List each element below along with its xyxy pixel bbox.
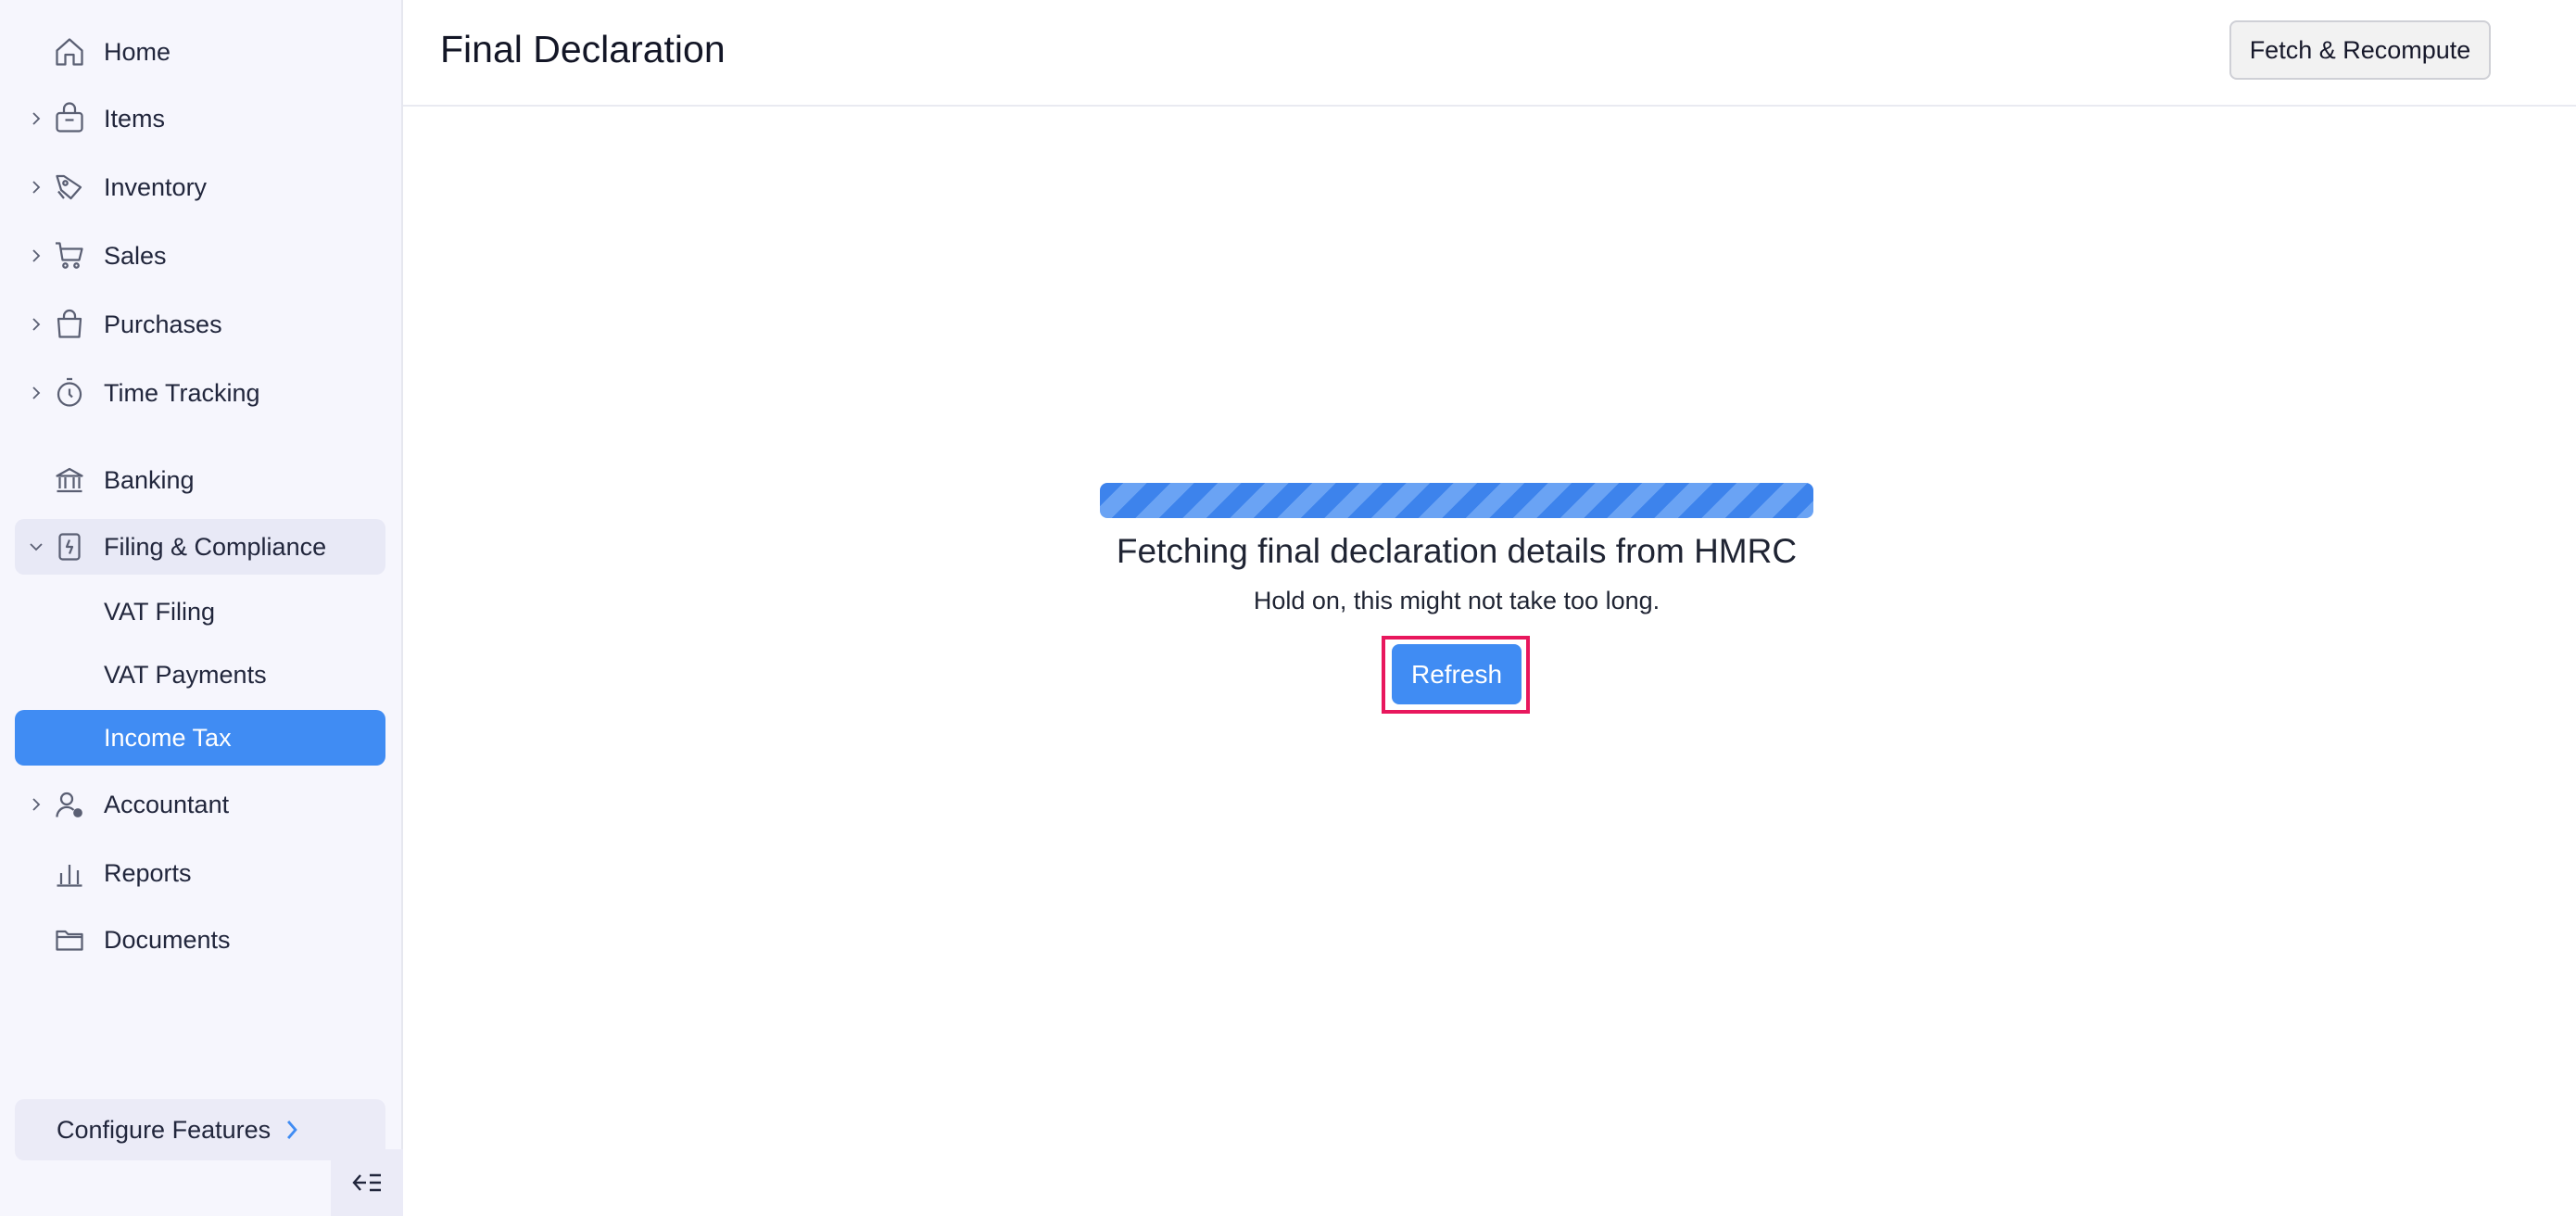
sidebar-item-home[interactable]: Home (15, 24, 385, 80)
page-title: Final Declaration (440, 28, 726, 70)
loading-subtitle: Hold on, this might not take too long. (1253, 587, 1661, 614)
filing-icon (52, 529, 87, 564)
home-icon (52, 34, 87, 70)
reports-icon (52, 855, 87, 891)
sidebar-item-label: Sales (104, 241, 167, 270)
stopwatch-icon (52, 375, 87, 411)
sidebar-item-label: Filing & Compliance (104, 532, 327, 561)
sidebar-item-label: Purchases (104, 310, 222, 338)
bag-icon (52, 307, 87, 342)
chevron-right-icon (284, 1118, 300, 1142)
inventory-icon (52, 170, 87, 205)
sidebar-item-filing-compliance[interactable]: Filing & Compliance (15, 519, 385, 575)
main-content: Final Declaration Fetch & Recompute Fetc… (403, 0, 2576, 1216)
progress-fill (1100, 483, 1813, 518)
accountant-icon (52, 787, 87, 822)
sidebar-item-label: Documents (104, 925, 231, 954)
sidebar-item-accountant[interactable]: Accountant (15, 777, 385, 832)
fetch-recompute-button[interactable]: Fetch & Recompute (2229, 20, 2491, 80)
sidebar-item-label: Reports (104, 858, 192, 887)
sidebar-item-income-tax[interactable]: Income Tax (15, 710, 385, 766)
sidebar-item-label: VAT Payments (104, 660, 267, 689)
chevron-right-icon (26, 177, 46, 197)
chevron-right-icon (26, 794, 46, 815)
bank-icon (52, 462, 87, 498)
sidebar-item-label: Banking (104, 465, 195, 494)
page-header: Final Declaration Fetch & Recompute (403, 0, 2576, 107)
chevron-right-icon (26, 108, 46, 129)
chevron-down-icon (26, 537, 46, 557)
collapse-sidebar-button[interactable] (331, 1149, 403, 1216)
sidebar: Home Items Inventory Sales Purchases Tim… (0, 0, 403, 1216)
chevron-right-icon (26, 246, 46, 266)
sidebar-item-label: Home (104, 37, 171, 66)
sidebar-item-vat-payments[interactable]: VAT Payments (15, 647, 385, 703)
sidebar-item-label: Inventory (104, 172, 208, 201)
sidebar-item-purchases[interactable]: Purchases (15, 297, 385, 352)
sidebar-item-inventory[interactable]: Inventory (15, 159, 385, 215)
sidebar-item-label: VAT Filing (104, 597, 216, 626)
chevron-right-icon (26, 383, 46, 403)
sidebar-item-sales[interactable]: Sales (15, 228, 385, 284)
sidebar-item-label: Accountant (104, 790, 230, 818)
chevron-right-icon (26, 314, 46, 335)
sidebar-item-banking[interactable]: Banking (15, 452, 385, 508)
cart-icon (52, 238, 87, 273)
sidebar-item-time-tracking[interactable]: Time Tracking (15, 365, 385, 421)
configure-features-button[interactable]: Configure Features (15, 1099, 385, 1160)
sidebar-item-items[interactable]: Items (15, 91, 385, 146)
collapse-icon (352, 1173, 381, 1192)
sidebar-item-label: Items (104, 104, 166, 133)
refresh-button[interactable]: Refresh (1392, 644, 1522, 704)
sidebar-item-documents[interactable]: Documents (15, 912, 385, 968)
progress-bar (1100, 483, 1813, 518)
sidebar-item-reports[interactable]: Reports (15, 845, 385, 901)
sidebar-item-label: Time Tracking (104, 378, 260, 407)
loading-title: Fetching final declaration details from … (1116, 532, 1798, 570)
sidebar-item-vat-filing[interactable]: VAT Filing (15, 584, 385, 640)
sidebar-item-label: Income Tax (104, 723, 232, 752)
items-icon (52, 101, 87, 136)
configure-features-label: Configure Features (57, 1115, 271, 1144)
folder-icon (52, 922, 87, 957)
